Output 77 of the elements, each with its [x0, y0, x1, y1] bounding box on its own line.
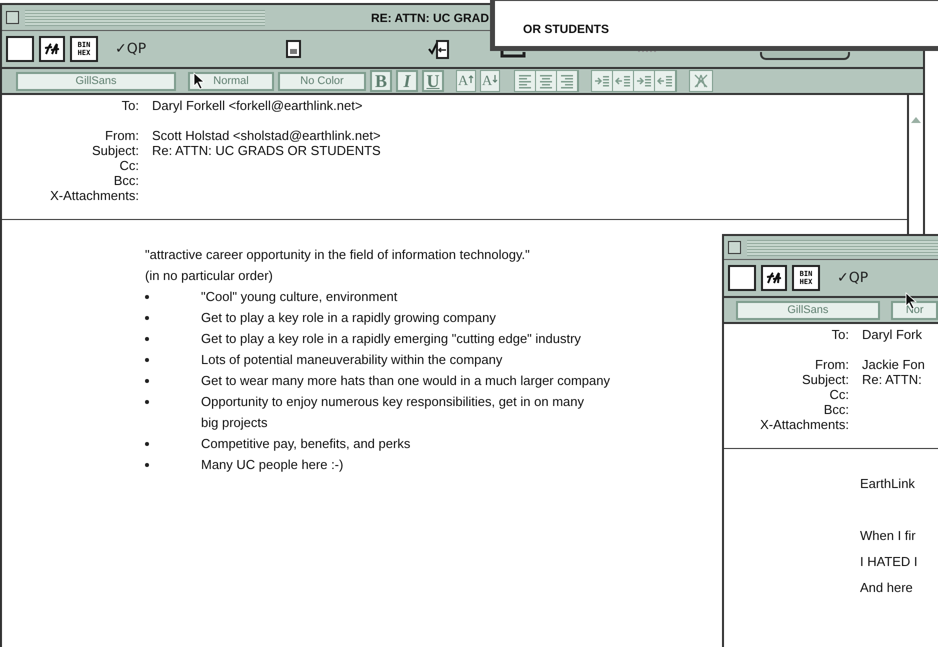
bullet-item-text: big projects: [201, 414, 268, 432]
header-label: Bcc:: [112, 173, 139, 188]
header-label: To:: [830, 327, 849, 342]
header-value[interactable]: Scott Holstad <sholstad@earthlink.net>: [152, 128, 381, 143]
header-label: X-Attachments:: [49, 188, 139, 203]
header-label: Bcc:: [822, 402, 849, 417]
bullet-item-text: Get to play a key role in a rapidly emerging "cutting edge" industry: [201, 330, 581, 348]
color-field[interactable]: No Color: [278, 72, 366, 90]
bullet-item-text: Get to wear many more hats than one would in a much larger company: [201, 372, 610, 390]
align-icon: [559, 73, 575, 89]
indent-icon[interactable]: [615, 73, 631, 89]
bullet-icon: [145, 400, 149, 404]
style-button[interactable]: I: [396, 70, 418, 92]
body-text: EarthLink: [860, 475, 916, 493]
header-label: From:: [104, 128, 139, 143]
signature-toolbar-button[interactable]: [761, 265, 787, 291]
header-label: Cc:: [828, 387, 849, 402]
blank-toolbar-button[interactable]: [6, 36, 34, 62]
body-text: "attractive career opportunity in the field of information technology.": [145, 246, 530, 264]
header-label: Subject:: [801, 372, 849, 387]
header-label: To:: [120, 98, 139, 113]
header-label: X-Attachments:: [759, 417, 849, 432]
body-text: And here: [860, 579, 914, 597]
mouse-cursor-icon: [193, 72, 205, 90]
header-value[interactable]: Jackie Fon: [862, 357, 925, 372]
bullet-icon: [145, 337, 149, 341]
size-field[interactable]: Normal: [188, 72, 274, 90]
header-label: From:: [814, 357, 849, 372]
signature-icon: [43, 42, 61, 56]
indent-icon[interactable]: [657, 73, 673, 89]
bullet-item-text: "Cool" young culture, environment: [201, 288, 398, 306]
size-up-button[interactable]: A: [456, 70, 476, 92]
align-icon: [538, 73, 554, 89]
indent-icon[interactable]: [636, 73, 652, 89]
header-value[interactable]: Daryl Forkell <forkell@earthlink.net>: [152, 98, 362, 113]
body-text: (in no particular order): [145, 267, 273, 285]
clear-format-icon[interactable]: [692, 73, 710, 89]
window-title: RE: ATTN: UC GRAD: [371, 10, 489, 26]
header-label: Cc:: [118, 158, 139, 173]
arrow-down-icon: [492, 75, 498, 83]
header-value[interactable]: Re: ATTN:: [862, 372, 922, 387]
align-icon: [517, 73, 533, 89]
qp-toggle[interactable]: ✓QP: [115, 38, 146, 60]
bullet-icon: [145, 316, 149, 320]
bullet-icon: [145, 358, 149, 362]
body-text: When I fir: [860, 527, 917, 545]
header-value[interactable]: Re: ATTN: UC GRADS OR STUDENTS: [152, 143, 381, 158]
signature-icon: [765, 271, 783, 285]
font-field[interactable]: GillSans: [736, 300, 880, 320]
toolbar-popup[interactable]: [760, 52, 850, 60]
font-field[interactable]: GillSans: [16, 72, 176, 90]
check-document-icon[interactable]: [428, 38, 450, 60]
style-button[interactable]: U: [422, 70, 444, 92]
bullet-item-text: Many UC people here :-): [201, 456, 344, 474]
blank-toolbar-button[interactable]: [728, 265, 756, 291]
header-value[interactable]: Daryl Fork: [862, 327, 922, 342]
window-title: OR STUDENTS: [523, 22, 610, 36]
bullet-icon: [145, 442, 149, 446]
document-icon[interactable]: [285, 39, 304, 59]
signature-toolbar-button[interactable]: [39, 36, 65, 62]
size-down-button[interactable]: A: [480, 70, 500, 92]
style-button[interactable]: B: [370, 70, 392, 92]
bullet-icon: [145, 295, 149, 299]
body-text: I HATED I: [860, 553, 919, 571]
close-box[interactable]: [6, 11, 19, 24]
bullet-icon: [145, 463, 149, 467]
bullet-item-text: Lots of potential maneuverability within the company: [201, 351, 502, 369]
bullet-item-text: Get to play a key role in a rapidly growing company: [201, 309, 496, 327]
close-box[interactable]: [728, 241, 741, 254]
bullet-item-text: Competitive pay, benefits, and perks: [201, 435, 410, 453]
qp-toggle[interactable]: ✓QP: [837, 268, 868, 288]
indent-icon[interactable]: [594, 73, 610, 89]
header-label: Subject:: [91, 143, 139, 158]
toolbar-item-icon[interactable]: [500, 49, 526, 59]
arrow-up-icon: [468, 75, 474, 83]
bullet-icon: [145, 379, 149, 383]
bullet-item-text: Opportunity to enjoy numerous key responsibilities, get in on many: [201, 393, 584, 411]
